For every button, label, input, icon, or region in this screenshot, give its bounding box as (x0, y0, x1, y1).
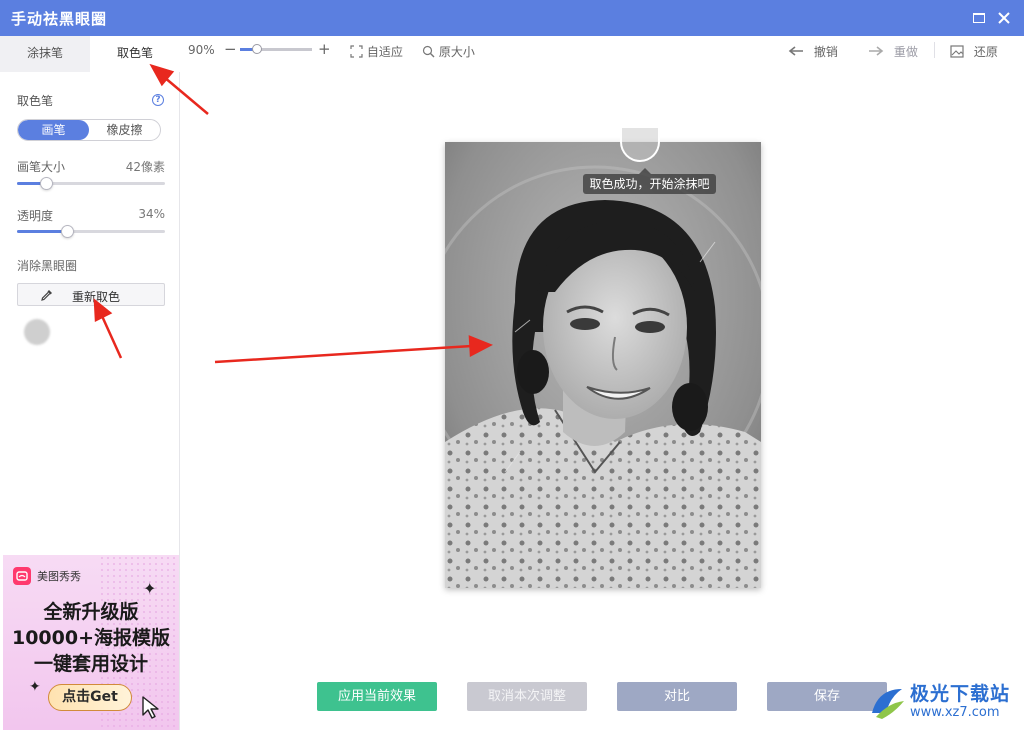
opacity-slider-handle[interactable] (60, 225, 74, 238)
original-size-label: 原大小 (438, 45, 475, 59)
zoom-slider-handle[interactable] (252, 44, 263, 54)
restore-label: 还原 (973, 45, 998, 59)
title-bar: 手动祛黑眼圈 (0, 0, 1024, 36)
mode-toggle: 画笔 橡皮擦 (17, 119, 161, 141)
left-panel: 涂抹笔 取色笔 取色笔 ? 画笔 橡皮擦 画笔大小 42像素 透明度 34% 消… (0, 36, 180, 730)
watermark-url: www.xz7.com (910, 705, 1000, 720)
restore-button[interactable]: 还原 (950, 43, 998, 60)
opacity-label: 透明度 (17, 209, 54, 223)
undo-label: 撤销 (813, 45, 838, 59)
zoom-out-icon[interactable]: − (224, 40, 237, 58)
cancel-adjust-button[interactable]: 取消本次调整 (467, 682, 587, 711)
brush-size-label: 画笔大小 (17, 160, 66, 174)
watermark: 极光下载站 www.xz7.com (868, 677, 1018, 725)
redo-label: 重做 (893, 45, 918, 59)
tool-tabs: 涂抹笔 取色笔 (0, 36, 180, 72)
promo-line-3: 一键套用设计 (33, 653, 148, 675)
compare-button[interactable]: 对比 (617, 682, 737, 711)
brush-size-value: 42像素 (125, 160, 165, 174)
undo-arrow-icon (788, 46, 803, 56)
sample-success-tooltip: 取色成功，开始涂抹吧 (583, 168, 716, 194)
redo-button[interactable]: 重做 (868, 43, 918, 60)
promo-brand-name: 美图秀秀 (37, 570, 81, 583)
resample-color-button[interactable]: 重新取色 (17, 283, 165, 306)
portrait-photo (445, 142, 761, 588)
brush-mode-button[interactable]: 画笔 (18, 120, 89, 140)
fit-icon (350, 45, 363, 58)
photo-canvas[interactable] (445, 142, 761, 588)
sampled-color-swatch (24, 319, 50, 345)
opacity-slider-fill (17, 230, 68, 233)
top-toolbar: 90% − + 自适应 原大小 撤销 重做 还原 (180, 36, 1024, 66)
promo-banner[interactable]: 美图秀秀 ✦ 全新升级版 10000+海报模版 一键套用设计 ✦ 点击Get (3, 555, 179, 730)
promo-cta-button[interactable]: 点击Get (48, 684, 132, 711)
close-icon[interactable] (995, 9, 1013, 27)
tab-color-picker[interactable]: 取色笔 (90, 36, 180, 72)
help-icon[interactable]: ? (152, 94, 164, 106)
image-icon (950, 45, 964, 58)
zoom-percent: 90% (188, 43, 215, 57)
magnifier-icon (422, 45, 435, 58)
maximize-icon[interactable] (970, 9, 988, 27)
redo-arrow-icon (869, 46, 884, 56)
fit-label: 自适应 (366, 45, 403, 59)
brush-size-slider-handle[interactable] (40, 177, 54, 190)
remove-dark-circles-title: 消除黑眼圈 (17, 259, 78, 273)
fit-button[interactable]: 自适应 (350, 43, 403, 60)
zoom-slider[interactable] (240, 44, 312, 54)
resample-color-label: 重新取色 (72, 290, 121, 304)
watermark-site-name: 极光下载站 (910, 683, 1011, 705)
opacity-slider[interactable] (17, 225, 165, 238)
undo-button[interactable]: 撤销 (788, 43, 838, 60)
section-title: 取色笔 (17, 94, 54, 108)
tab-smear-brush[interactable]: 涂抹笔 (0, 36, 90, 72)
watermark-logo-icon (872, 689, 904, 719)
promo-line-2: 10000+海报模版 (11, 627, 171, 649)
cursor-icon (141, 695, 161, 722)
sparkle-icon: ✦ (29, 679, 41, 695)
sparkle-icon: ✦ (143, 579, 157, 598)
promo-line-1: 全新升级版 (43, 601, 139, 623)
eraser-mode-button[interactable]: 橡皮擦 (89, 120, 160, 140)
opacity-value: 34% (138, 207, 165, 221)
zoom-in-icon[interactable]: + (318, 40, 331, 58)
eyedropper-icon (40, 288, 54, 305)
meitu-logo-icon (13, 567, 31, 585)
apply-effect-button[interactable]: 应用当前效果 (317, 682, 437, 711)
promo-brand: 美图秀秀 (13, 567, 81, 585)
original-size-button[interactable]: 原大小 (422, 43, 475, 60)
window-title: 手动祛黑眼圈 (11, 10, 108, 28)
brush-size-slider[interactable] (17, 177, 165, 190)
